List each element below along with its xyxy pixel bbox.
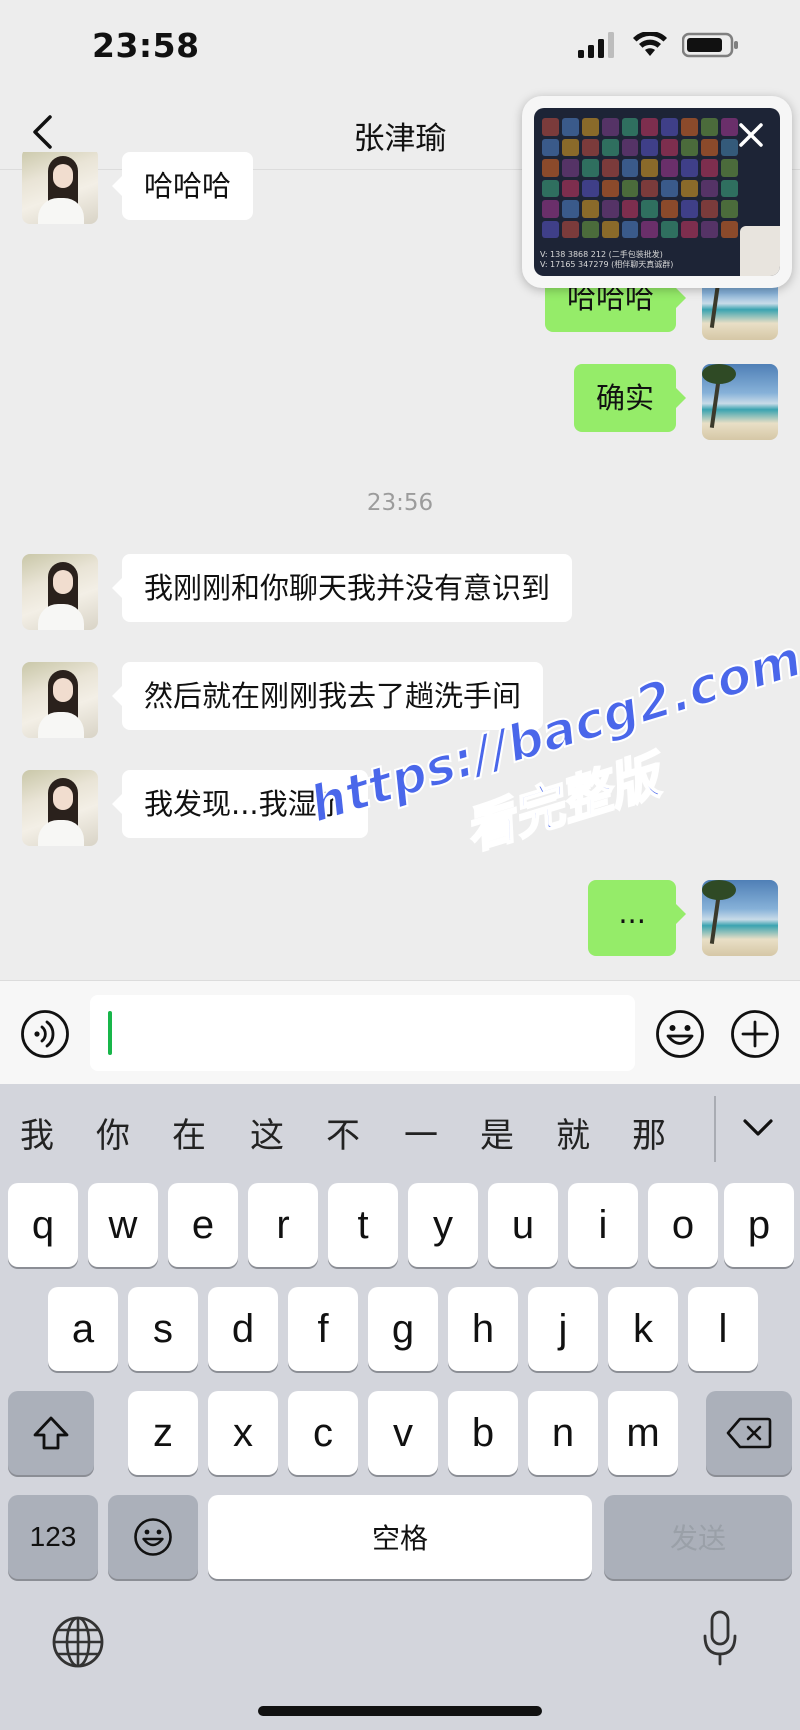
key-e[interactable]: e	[168, 1183, 238, 1267]
globe-icon	[52, 1616, 104, 1668]
incoming-message[interactable]: 然后就在刚刚我去了趟洗手间	[111, 662, 544, 730]
key-x[interactable]: x	[208, 1391, 278, 1475]
emoji-button[interactable]	[655, 1009, 705, 1059]
candidate-item[interactable]: 就	[556, 1108, 590, 1157]
candidate-item[interactable]: 不	[326, 1108, 360, 1157]
contact-avatar[interactable]	[22, 152, 98, 224]
video-thumbnail	[740, 226, 780, 276]
key-g[interactable]: g	[368, 1287, 438, 1371]
candidate-item[interactable]: 那	[632, 1108, 666, 1157]
key-w[interactable]: w	[88, 1183, 158, 1267]
key-n[interactable]: n	[528, 1391, 598, 1475]
message-input[interactable]	[90, 995, 635, 1071]
chat-timestamp: 23:56	[366, 490, 434, 516]
send-key[interactable]: 发送	[604, 1495, 792, 1579]
video-caption: V: 138 3868 212 (二手包装批发) V: 17165 347279…	[540, 250, 674, 269]
candidate-item[interactable]: 在	[172, 1108, 206, 1157]
key-a[interactable]: a	[48, 1287, 118, 1371]
key-p[interactable]: p	[724, 1183, 794, 1267]
close-icon	[739, 123, 763, 147]
status-icons	[578, 32, 740, 58]
shift-key[interactable]	[8, 1391, 94, 1475]
home-indicator	[258, 1706, 542, 1716]
key-o[interactable]: o	[648, 1183, 718, 1267]
delete-key[interactable]	[706, 1391, 792, 1475]
voice-input-button[interactable]	[20, 1009, 70, 1059]
key-m[interactable]: m	[608, 1391, 678, 1475]
key-u[interactable]: u	[488, 1183, 558, 1267]
key-v[interactable]: v	[368, 1391, 438, 1475]
candidate-divider	[714, 1096, 716, 1162]
floating-video-screen[interactable]: V: 138 3868 212 (二手包装批发) V: 17165 347279…	[534, 108, 780, 276]
input-bar	[0, 980, 800, 1084]
wifi-icon	[633, 32, 667, 56]
expand-candidates-button[interactable]	[740, 1112, 776, 1142]
key-s[interactable]: s	[128, 1287, 198, 1371]
incoming-message[interactable]: 我刚刚和你聊天我并没有意识到	[111, 554, 573, 622]
shift-icon	[33, 1416, 69, 1450]
contact-avatar[interactable]	[22, 662, 98, 738]
key-b[interactable]: b	[448, 1391, 518, 1475]
key-z[interactable]: z	[128, 1391, 198, 1475]
incoming-message[interactable]: 我发现...我湿了	[112, 770, 368, 838]
candidate-item[interactable]: 我	[20, 1108, 54, 1157]
status-time: 23:58	[92, 26, 200, 65]
emoji-key[interactable]	[108, 1495, 198, 1579]
voice-icon	[21, 1010, 69, 1058]
delete-icon	[726, 1417, 772, 1449]
key-c[interactable]: c	[288, 1391, 358, 1475]
my-avatar[interactable]	[702, 880, 778, 956]
candidate-item[interactable]: 是	[480, 1108, 514, 1157]
chevron-down-icon	[743, 1119, 773, 1136]
key-y[interactable]: y	[408, 1183, 478, 1267]
signal-icon	[578, 32, 614, 58]
key-l[interactable]: l	[688, 1287, 758, 1371]
key-d[interactable]: d	[208, 1287, 278, 1371]
status-bar: 23:58	[0, 0, 800, 95]
video-content-grid	[542, 118, 738, 238]
outgoing-message[interactable]: 确实	[573, 364, 687, 432]
plus-icon	[731, 1010, 779, 1058]
candidate-item[interactable]: 你	[96, 1108, 130, 1157]
key-f[interactable]: f	[288, 1287, 358, 1371]
numbers-key[interactable]: 123	[8, 1495, 98, 1579]
battery-icon	[682, 32, 738, 58]
emoji-icon	[656, 1010, 704, 1058]
space-key[interactable]: 空格	[208, 1495, 592, 1579]
floating-video-window[interactable]: V: 138 3868 212 (二手包装批发) V: 17165 347279…	[522, 96, 792, 288]
emoji-icon	[134, 1518, 172, 1556]
keyboard: 我 你 在 这 不 一 是 就 那 q w e r t y u i o p a …	[0, 1084, 800, 1730]
contact-avatar[interactable]	[22, 554, 98, 630]
contact-avatar[interactable]	[22, 770, 98, 846]
key-k[interactable]: k	[608, 1287, 678, 1371]
key-r[interactable]: r	[248, 1183, 318, 1267]
key-i[interactable]: i	[568, 1183, 638, 1267]
key-q[interactable]: q	[8, 1183, 78, 1267]
candidate-item[interactable]: 这	[250, 1108, 284, 1157]
key-j[interactable]: j	[528, 1287, 598, 1371]
more-options-button[interactable]	[730, 1009, 780, 1059]
outgoing-message[interactable]: ...	[588, 880, 686, 956]
switch-keyboard-button[interactable]	[50, 1614, 106, 1670]
close-floating-window-button[interactable]	[736, 120, 766, 150]
my-avatar[interactable]	[702, 364, 778, 440]
key-h[interactable]: h	[448, 1287, 518, 1371]
key-t[interactable]: t	[328, 1183, 398, 1267]
text-caret	[108, 1011, 112, 1055]
microphone-icon	[703, 1610, 737, 1666]
incoming-message[interactable]: 哈哈哈	[111, 152, 254, 220]
candidate-item[interactable]: 一	[404, 1108, 438, 1157]
dictation-button[interactable]	[700, 1608, 740, 1668]
candidate-bar: 我 你 在 这 不 一 是 就 那	[0, 1084, 800, 1180]
